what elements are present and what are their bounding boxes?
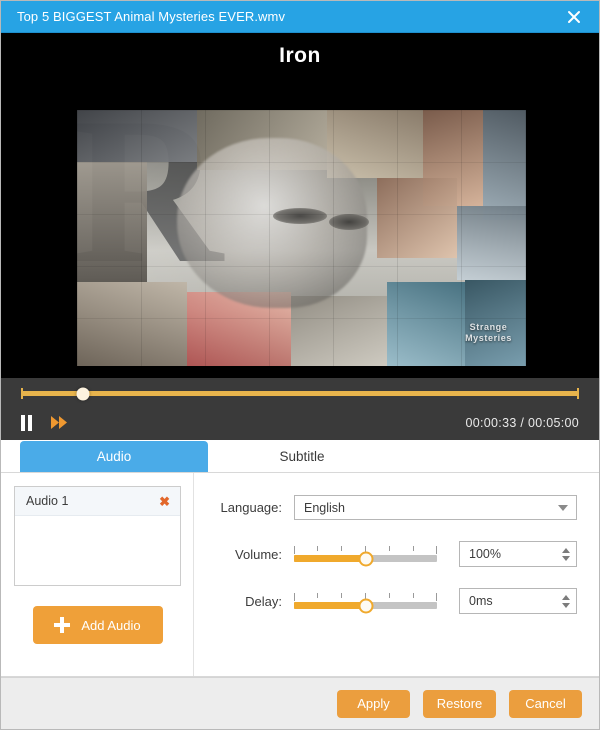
video-preview-area: Iron R Strange Mysteries [1, 33, 599, 378]
language-label: Language: [220, 500, 282, 515]
progress-handle[interactable] [76, 387, 90, 400]
close-icon[interactable]: ✖ [159, 495, 170, 508]
audio-track-label: Audio 1 [26, 494, 69, 508]
volume-stepper[interactable]: 100% [459, 541, 577, 567]
add-audio-label: Add Audio [81, 617, 141, 633]
language-value: English [304, 500, 345, 515]
fast-forward-icon[interactable] [50, 415, 69, 430]
tab-subtitle[interactable]: Subtitle [208, 441, 396, 472]
track-list-pane: Audio 1 ✖ Add Audio [1, 473, 194, 676]
list-item[interactable]: Audio 1 ✖ [15, 487, 180, 516]
chevron-down-icon[interactable] [562, 602, 570, 608]
video-heading: Iron [279, 44, 321, 67]
total-time: 00:05:00 [527, 415, 579, 430]
delay-row: Delay: 0ms [208, 588, 577, 614]
window-title: Top 5 BIGGEST Animal Mysteries EVER.wmv [17, 9, 286, 24]
video-watermark: Strange Mysteries [465, 322, 512, 345]
titlebar: Top 5 BIGGEST Animal Mysteries EVER.wmv [1, 1, 599, 33]
video-watermark-line1: Strange [469, 321, 508, 332]
volume-slider-fill [294, 555, 366, 562]
audio-settings-pane: Language: English Volume: 100% Delay: 0m… [194, 473, 599, 676]
restore-button[interactable]: Restore [423, 689, 496, 718]
delay-slider[interactable] [294, 593, 437, 613]
stepper-arrows[interactable] [562, 547, 570, 561]
add-audio-button[interactable]: Add Audio [32, 606, 163, 644]
pause-icon[interactable] [21, 414, 32, 431]
progress-bar[interactable] [21, 386, 579, 402]
delay-label: Delay: [245, 593, 282, 609]
volume-row: Volume: 100% [208, 541, 577, 567]
video-still-grid [77, 110, 526, 366]
delay-slider-track[interactable] [294, 598, 437, 613]
transport-controls: 00:00:33 / 00:05:00 [21, 413, 579, 433]
delay-slider-fill [294, 602, 366, 609]
tab-audio[interactable]: Audio [20, 441, 208, 472]
progress-track[interactable] [21, 387, 579, 400]
video-frame[interactable]: R Strange Mysteries [77, 110, 526, 366]
audio-track-list: Audio 1 ✖ [14, 486, 181, 586]
time-separator: / [520, 415, 525, 430]
close-icon[interactable] [561, 4, 587, 30]
volume-slider[interactable] [294, 546, 437, 566]
video-watermark-line2: Mysteries [465, 332, 512, 343]
time-display: 00:00:33 / 00:05:00 [466, 416, 579, 430]
language-select[interactable]: English [294, 495, 577, 520]
delay-slider-handle[interactable] [358, 598, 373, 613]
volume-value: 100% [469, 547, 501, 561]
cancel-button[interactable]: Cancel [509, 689, 582, 718]
apply-button[interactable]: Apply [337, 689, 410, 718]
stepper-arrows[interactable] [562, 594, 570, 608]
chevron-up-icon[interactable] [562, 594, 570, 600]
current-time: 00:00:33 [465, 415, 517, 430]
player-controls: 00:00:33 / 00:05:00 [1, 378, 599, 440]
plus-icon [54, 617, 71, 633]
audio-panel: Audio 1 ✖ Add Audio Language: English Vo… [1, 473, 599, 677]
chevron-up-icon[interactable] [562, 547, 570, 553]
chevron-down-icon [558, 504, 568, 511]
delay-value: 0ms [469, 594, 493, 608]
volume-slider-handle[interactable] [358, 551, 373, 566]
language-row: Language: English [208, 495, 577, 520]
volume-label: Volume: [235, 546, 282, 562]
dialog-footer: Apply Restore Cancel [1, 677, 599, 729]
delay-stepper[interactable]: 0ms [459, 588, 577, 614]
video-editor-window: Top 5 BIGGEST Animal Mysteries EVER.wmv … [0, 0, 600, 730]
chevron-down-icon[interactable] [562, 555, 570, 561]
tab-bar: Audio Subtitle [1, 440, 599, 473]
volume-slider-track[interactable] [294, 551, 437, 566]
